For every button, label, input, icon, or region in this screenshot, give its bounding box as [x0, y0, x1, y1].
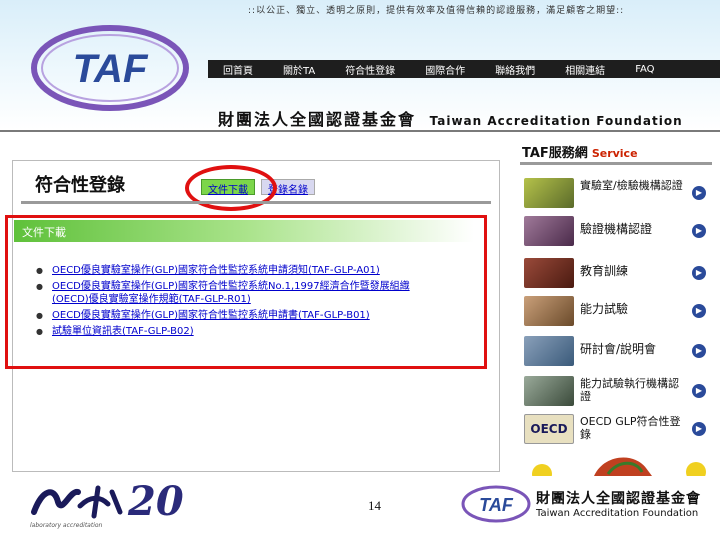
- service-sidebar: TAF服務網 Service 實驗室/檢驗機構認證 ▶ 驗證機構認證 ▶ 教育訓練…: [516, 138, 716, 476]
- anniversary-calligraphy-logo: [31, 485, 123, 519]
- sidebar-item-training[interactable]: 教育訓練 ▶: [520, 256, 712, 290]
- sidebar-item-proficiency[interactable]: 能力試驗 ▶: [520, 294, 712, 328]
- nav-links[interactable]: 相關連結: [550, 62, 620, 77]
- doc-link-glp-r01-cont[interactable]: (OECD)優良實驗室操作規範(TAF-GLP-R01): [52, 293, 476, 306]
- nav-conformity[interactable]: 符合性登錄: [330, 62, 410, 77]
- page-title: 符合性登錄: [35, 175, 125, 196]
- arrow-right-icon[interactable]: ▶: [692, 224, 706, 238]
- cert-thumbnail: [524, 216, 574, 246]
- slide-footer: 20 laboratory accreditation 14 TAF 財團法人全…: [0, 476, 720, 540]
- doc-link-glp-b01[interactable]: OECD優良實驗室操作(GLP)國家符合性監控系統申請書(TAF-GLP-B01…: [52, 310, 370, 321]
- sidebar-item-label: 教育訓練: [580, 264, 629, 278]
- org-name: 財團法人全國認證基金會 Taiwan Accreditation Foundat…: [218, 106, 683, 130]
- taf-logo[interactable]: TAF: [28, 22, 192, 114]
- doc-link-glp-r01[interactable]: OECD優良實驗室操作(GLP)國家符合性監控系統No.1,1997經濟合作暨發…: [52, 281, 410, 292]
- sidebar-item-label: 研討會/說明會: [580, 342, 657, 356]
- list-item: OECD優良實驗室操作(GLP)國家符合性監控系統申請書(TAF-GLP-B01…: [36, 309, 476, 322]
- lab-thumbnail: [524, 178, 574, 208]
- arrow-right-icon[interactable]: ▶: [692, 186, 706, 200]
- title-divider: [21, 201, 491, 204]
- sidebar-title-text: TAF服務網: [522, 146, 588, 161]
- anniversary-subtitle: laboratory accreditation: [30, 522, 103, 529]
- org-name-zh: 財團法人全國認證基金會: [218, 110, 417, 129]
- sidebar-title: TAF服務網 Service: [522, 142, 638, 161]
- anniversary-20-mark: 20: [128, 478, 184, 525]
- sidebar-item-oecd-glp[interactable]: OECD OECD GLP符合性登錄 ▶: [520, 412, 712, 446]
- sidebar-divider: [520, 162, 712, 165]
- arrow-right-icon[interactable]: ▶: [692, 422, 706, 436]
- sidebar-item-label: 驗證機構認證: [580, 222, 653, 236]
- decorative-banner-art: [532, 457, 706, 476]
- site-slogan: ::以公正、獨立、透明之原則，提供有效率及值得信賴的認證服務，滿足顧客之期望::: [248, 6, 625, 16]
- nav-international[interactable]: 國際合作: [410, 62, 480, 77]
- arrow-right-icon[interactable]: ▶: [692, 266, 706, 280]
- proficiency-thumbnail: [524, 296, 574, 326]
- nav-faq[interactable]: FAQ: [620, 64, 669, 75]
- doc-link-glp-a01[interactable]: OECD優良實驗室操作(GLP)國家符合性監控系統申請須知(TAF-GLP-A0…: [52, 265, 380, 276]
- site-header: ::以公正、獨立、透明之原則，提供有效率及值得信賴的認證服務，滿足顧客之期望::…: [0, 0, 720, 132]
- arrow-right-icon[interactable]: ▶: [692, 344, 706, 358]
- list-item: 試驗單位資訊表(TAF-GLP-B02): [36, 325, 476, 338]
- sidebar-item-pt-provider[interactable]: 能力試驗執行機構認證 ▶: [520, 374, 712, 408]
- browser-screenshot: ::以公正、獨立、透明之原則，提供有效率及值得信賴的認證服務，滿足顧客之期望::…: [0, 0, 720, 476]
- document-list: OECD優良實驗室操作(GLP)國家符合性監控系統申請須知(TAF-GLP-A0…: [36, 264, 476, 341]
- nav-home[interactable]: 回首頁: [208, 62, 268, 77]
- taf-footer-logo: TAF: [461, 485, 531, 523]
- footer-org-name-en: Taiwan Accreditation Foundation: [536, 508, 699, 519]
- main-nav: 回首頁 關於TA 符合性登錄 國際合作 聯絡我們 相關連結 FAQ: [208, 60, 720, 78]
- oecd-logo-thumbnail: OECD: [524, 414, 574, 444]
- section-header: 文件下載: [14, 220, 474, 242]
- list-item: OECD優良實驗室操作(GLP)國家符合性監控系統申請須知(TAF-GLP-A0…: [36, 264, 476, 277]
- taf-logo-text: TAF: [73, 47, 149, 91]
- nav-about[interactable]: 關於TA: [268, 62, 330, 77]
- taf-footer-logo-text: TAF: [479, 495, 514, 515]
- books-thumbnail: [524, 258, 574, 288]
- sidebar-subtitle: Service: [591, 147, 638, 160]
- sidebar-item-seminar[interactable]: 研討會/說明會 ▶: [520, 334, 712, 368]
- org-name-en: Taiwan Accreditation Foundation: [429, 114, 683, 128]
- highlight-circle: [185, 165, 277, 211]
- list-item: OECD優良實驗室操作(GLP)國家符合性監控系統No.1,1997經濟合作暨發…: [36, 280, 476, 306]
- page-number: 14: [368, 498, 381, 513]
- doc-link-glp-b02[interactable]: 試驗單位資訊表(TAF-GLP-B02): [52, 326, 194, 337]
- pt-provider-thumbnail: [524, 376, 574, 406]
- sidebar-item-lab-accreditation[interactable]: 實驗室/檢驗機構認證 ▶: [520, 176, 712, 210]
- sidebar-item-cert-body[interactable]: 驗證機構認證 ▶: [520, 214, 712, 248]
- seminar-thumbnail: [524, 336, 574, 366]
- footer-org-name-zh: 財團法人全國認證基金會: [536, 491, 701, 507]
- arrow-right-icon[interactable]: ▶: [692, 384, 706, 398]
- sidebar-item-label: 實驗室/檢驗機構認證: [580, 179, 683, 192]
- sidebar-item-label: OECD GLP符合性登錄: [580, 415, 681, 441]
- arrow-right-icon[interactable]: ▶: [692, 304, 706, 318]
- nav-contact[interactable]: 聯絡我們: [480, 62, 550, 77]
- sidebar-item-label: 能力試驗: [580, 302, 629, 316]
- sidebar-item-label: 能力試驗執行機構認證: [580, 377, 679, 403]
